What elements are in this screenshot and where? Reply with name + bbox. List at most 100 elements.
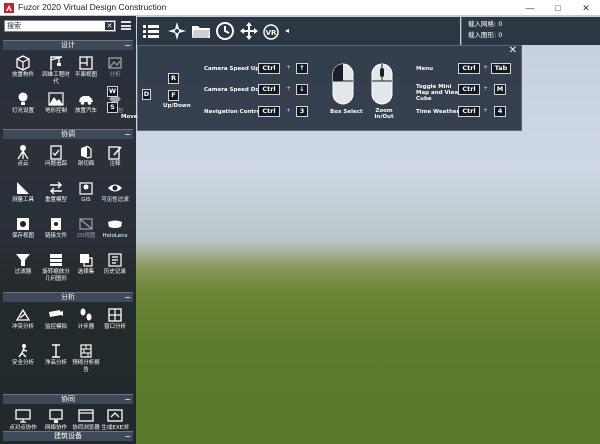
tool-label: 放置汽车 — [74, 108, 97, 114]
airplane-icon[interactable] — [167, 21, 187, 41]
box-select-label: Box Select — [330, 109, 363, 115]
section-building-equipment-header[interactable]: 建筑设备 − — [3, 431, 133, 441]
key-ctrl-6: Ctrl — [458, 106, 480, 117]
section-cut-icon — [81, 145, 92, 159]
tool-pedometer[interactable]: 计步器 — [70, 307, 102, 343]
tool-label: 剖切面 — [77, 161, 95, 167]
move-arrows-icon[interactable] — [239, 21, 259, 41]
nav-controls-label: Navigation Controls — [204, 109, 266, 115]
load-info-panel: 载入网格: 0 载入图形: 0 — [461, 17, 600, 45]
key-up: ↑ — [296, 63, 308, 74]
cctv-camera-icon — [49, 310, 63, 317]
tool-clash-analysis[interactable]: 冲突分析 — [7, 307, 39, 343]
tool-reset-model[interactable]: 重置模型 — [40, 180, 72, 216]
tool-label: 地形控制 — [44, 108, 67, 114]
loaded-shapes-text: 载入图形: 0 — [468, 31, 503, 39]
tool-masonry-report[interactable]: 预砌分析报告 — [70, 343, 102, 379]
menu-label: Menu — [416, 66, 434, 72]
tool-label: 可见性过滤 — [101, 197, 129, 203]
history-icon — [108, 253, 122, 267]
tool-hololens[interactable]: HoloLens — [99, 216, 131, 252]
tool-safety-analysis[interactable]: 安全分析 — [7, 343, 39, 379]
maximize-button[interactable]: □ — [544, 0, 572, 16]
tool-visibility-filter[interactable]: 可见性过滤 — [99, 180, 131, 216]
key-s: S — [107, 102, 118, 113]
hamburger-menu-icon[interactable] — [121, 21, 131, 30]
footsteps-icon — [80, 308, 92, 321]
tool-clearance-analysis[interactable]: 净高分析 — [40, 343, 72, 379]
tool-label: 净高分析 — [44, 360, 67, 366]
tool-label: 旋转缩放分几何图形 — [42, 269, 70, 282]
help-close-button[interactable]: ✕ — [509, 46, 517, 56]
collapse-icon[interactable]: − — [124, 395, 131, 404]
tool-selection-set[interactable]: 选择集 — [70, 252, 102, 288]
section-design-header[interactable]: 设计 − — [3, 40, 133, 50]
tool-filter[interactable]: 过滤器 — [7, 252, 39, 288]
tool-point-cloud[interactable]: 点云 — [7, 144, 39, 180]
key-w: W — [107, 86, 118, 97]
search-box[interactable]: ✕ — [4, 20, 116, 32]
tool-label: 放置构件 — [11, 72, 34, 78]
tool-annotation[interactable]: 注释 — [99, 144, 131, 180]
left-sidebar: ✕ 设计 − 放置构件 四维工程时代 平面视图 分析 灯光设置 地形控制 放置汽… — [0, 16, 138, 444]
tool-label: 分析 — [109, 72, 121, 78]
close-button[interactable]: ✕ — [572, 0, 600, 16]
swap-arrows-icon — [50, 181, 62, 195]
tool-history[interactable]: 历史记录 — [99, 252, 131, 288]
collapse-icon[interactable]: − — [124, 41, 131, 50]
tool-label: 过滤器 — [14, 269, 32, 275]
tool-place-component[interactable]: 放置构件 — [7, 55, 39, 91]
tool-4d-timeline[interactable]: 四维工程时代 — [40, 55, 72, 91]
tool-lighting[interactable]: 灯光设置 — [7, 91, 39, 127]
folder-icon[interactable] — [191, 21, 211, 41]
collapse-icon[interactable]: − — [124, 432, 131, 441]
export-exe-icon — [107, 409, 123, 422]
tool-label: 监控模拟 — [44, 324, 67, 330]
tool-gis[interactable]: GIS — [70, 180, 102, 216]
minimize-button[interactable]: — — [516, 0, 544, 16]
tool-terrain[interactable]: 地形控制 — [40, 91, 72, 127]
collapse-icon[interactable]: − — [124, 130, 131, 139]
tool-link-file[interactable]: 链接文件 — [40, 216, 72, 252]
chevron-left-icon[interactable]: ◂ — [285, 26, 289, 36]
tool-issue-tracking[interactable]: 问题追踪 — [40, 144, 72, 180]
plus-5: + — [483, 85, 489, 92]
tool-label: 链接文件 — [44, 233, 67, 239]
tool-label: 测量工具 — [11, 197, 34, 203]
clear-search-icon[interactable]: ✕ — [105, 22, 114, 30]
image-icon — [108, 57, 122, 69]
car-icon — [79, 96, 93, 105]
tool-monitor-simulation[interactable]: 监控模拟 — [40, 307, 72, 343]
tool-measure[interactable]: 测量工具 — [7, 180, 39, 216]
key-ctrl-5: Ctrl — [458, 84, 480, 95]
tool-label: 灯光设置 — [11, 108, 34, 114]
tool-2d-view[interactable]: 2D视图 — [70, 216, 102, 252]
tool-label: 平面视图 — [74, 72, 97, 78]
tool-label: 问题追踪 — [44, 161, 67, 167]
list-icon[interactable] — [141, 21, 161, 41]
search-input[interactable] — [7, 21, 103, 31]
map-pin-icon — [79, 182, 93, 195]
height-gauge-icon — [52, 344, 60, 358]
tool-label: 保存视图 — [11, 233, 34, 239]
collapse-icon[interactable]: − — [124, 293, 131, 302]
tool-rotate-scale[interactable]: 旋转缩放分几何图形 — [40, 252, 72, 288]
clock-icon[interactable] — [215, 21, 235, 41]
clipboard-check-icon — [50, 145, 62, 160]
section-coordination-header[interactable]: 协调 − — [3, 129, 133, 139]
tool-section-plane[interactable]: 剖切面 — [70, 144, 102, 180]
tool-plan-view[interactable]: 平面视图 — [70, 55, 102, 91]
section-collaboration-header[interactable]: 协同 − — [3, 394, 133, 404]
vr-headset-icon[interactable]: VR — [261, 21, 281, 41]
tool-label: 点云 — [17, 161, 29, 167]
toolbar-spacer — [290, 17, 460, 45]
tool-save-view[interactable]: 保存视图 — [7, 216, 39, 252]
section-analysis-title: 分析 — [61, 293, 75, 301]
tool-label: 计步器 — [77, 324, 95, 330]
tool-window-analysis[interactable]: 窗口分析 — [99, 307, 131, 343]
lightbulb-icon — [18, 92, 28, 105]
section-analysis-header[interactable]: 分析 − — [3, 292, 133, 302]
tool-label: 预砌分析报告 — [72, 360, 100, 373]
window-icon — [108, 308, 122, 322]
tool-place-car[interactable]: 放置汽车 — [70, 91, 102, 127]
